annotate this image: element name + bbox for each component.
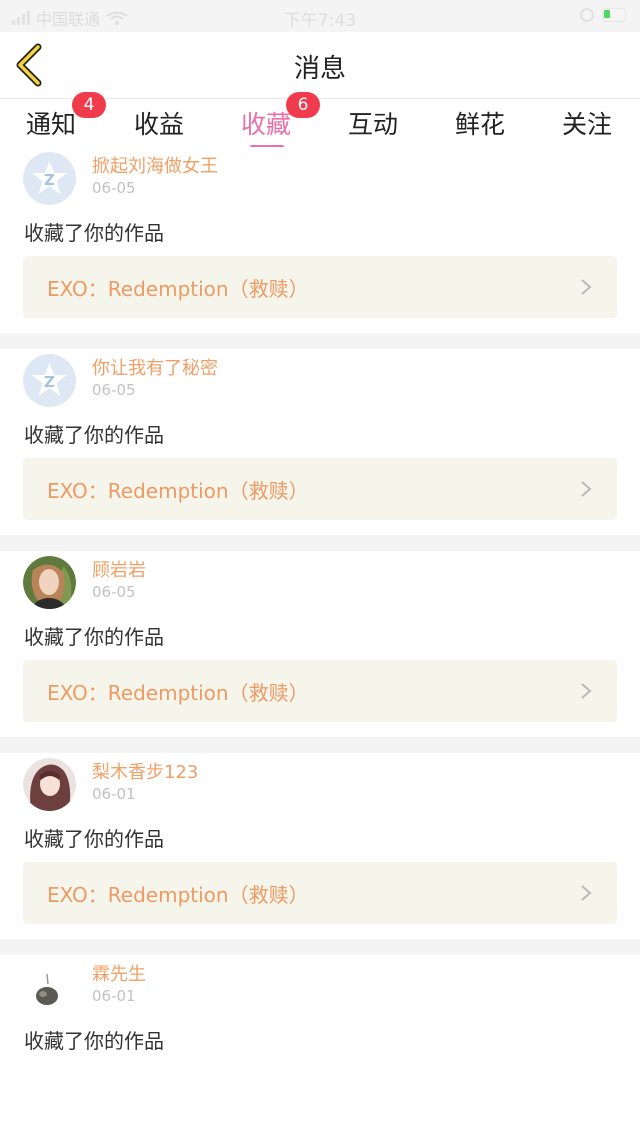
username[interactable]: 霖先生 [92, 960, 146, 986]
battery-icon [602, 8, 626, 22]
anime-avatar-icon [23, 758, 76, 811]
work-link[interactable]: EXO：Redemption（救赎） [23, 256, 617, 318]
tab-earnings[interactable]: 收益 [134, 105, 184, 141]
unread-badge: 4 [72, 92, 106, 118]
list-item: 霖先生 06-01 收藏了你的作品 [0, 955, 640, 1141]
svg-text:Z: Z [44, 171, 55, 189]
status-bar: 中国联通 下午7:43 [0, 0, 640, 32]
work-link[interactable]: EXO：Redemption（救赎） [23, 660, 617, 722]
avatar[interactable]: Z [23, 354, 76, 407]
username[interactable]: 掀起刘海做女王 [92, 152, 218, 178]
tab-label: 通知 [26, 110, 77, 139]
tab-interactions[interactable]: 互动 [348, 105, 398, 141]
status-right [580, 8, 626, 22]
work-link[interactable]: EXO：Redemption（救赎） [23, 458, 617, 520]
timestamp: 06-01 [92, 785, 136, 803]
action-text: 收藏了你的作品 [24, 221, 164, 245]
user-photo-icon [23, 960, 76, 1013]
list-item: Z 你让我有了秘密 06-05 收藏了你的作品 EXO：Redemption（救… [0, 349, 640, 535]
chevron-right-icon [581, 885, 592, 901]
tab-label: 互动 [348, 110, 399, 139]
action-text: 收藏了你的作品 [24, 625, 164, 649]
tab-favorites[interactable]: 收藏 6 [241, 92, 320, 149]
tab-label: 关注 [562, 110, 613, 139]
action-text: 收藏了你的作品 [24, 827, 164, 851]
tab-flowers[interactable]: 鲜花 [455, 105, 505, 141]
action-text: 收藏了你的作品 [24, 423, 164, 447]
timestamp: 06-05 [92, 179, 136, 197]
list-item: 顾岩岩 06-05 收藏了你的作品 EXO：Redemption（救赎） [0, 551, 640, 737]
list-item: 梨木香步123 06-01 收藏了你的作品 EXO：Redemption（救赎） [0, 753, 640, 939]
avatar[interactable] [23, 758, 76, 811]
timestamp: 06-01 [92, 987, 136, 1005]
work-title: EXO：Redemption（救赎） [47, 681, 309, 705]
favorites-feed: Z 掀起刘海做女王 06-05 收藏了你的作品 EXO：Redemption（救… [0, 147, 640, 1141]
tab-label: 收益 [134, 110, 185, 139]
timestamp: 06-05 [92, 381, 136, 399]
avatar[interactable] [23, 556, 76, 609]
username[interactable]: 梨木香步123 [92, 758, 198, 784]
svg-text:Z: Z [44, 373, 55, 391]
username[interactable]: 你让我有了秘密 [92, 354, 218, 380]
chevron-right-icon [581, 481, 592, 497]
work-title: EXO：Redemption（救赎） [47, 883, 309, 907]
divider [0, 535, 640, 551]
tab-label: 鲜花 [455, 110, 506, 139]
list-item: Z 掀起刘海做女王 06-05 收藏了你的作品 EXO：Redemption（救… [0, 147, 640, 333]
username[interactable]: 顾岩岩 [92, 556, 146, 582]
tab-follows[interactable]: 关注 [562, 105, 612, 141]
nav-header: 消息 [0, 32, 640, 99]
user-photo-icon [23, 556, 76, 609]
rotation-lock-icon [580, 8, 594, 22]
avatar[interactable] [23, 960, 76, 1013]
page-title: 消息 [293, 54, 346, 84]
status-time: 下午7:43 [283, 11, 357, 31]
tab-notifications[interactable]: 通知 4 [26, 92, 106, 141]
avatar[interactable]: Z [23, 152, 76, 205]
default-avatar-icon: Z [23, 354, 76, 407]
divider [0, 737, 640, 753]
timestamp: 06-05 [92, 583, 136, 601]
work-title: EXO：Redemption（救赎） [47, 277, 309, 301]
tab-label: 收藏 [241, 110, 292, 139]
default-avatar-icon: Z [23, 152, 76, 205]
chevron-right-icon [581, 683, 592, 699]
divider [0, 333, 640, 349]
divider [0, 939, 640, 955]
action-text: 收藏了你的作品 [24, 1029, 164, 1053]
tab-bar: 通知 4 收益 收藏 6 互动 鲜花 关注 [0, 92, 640, 149]
unread-badge: 6 [286, 92, 320, 118]
chevron-right-icon [581, 279, 592, 295]
work-title: EXO：Redemption（救赎） [47, 479, 309, 503]
work-link[interactable]: EXO：Redemption（救赎） [23, 862, 617, 924]
